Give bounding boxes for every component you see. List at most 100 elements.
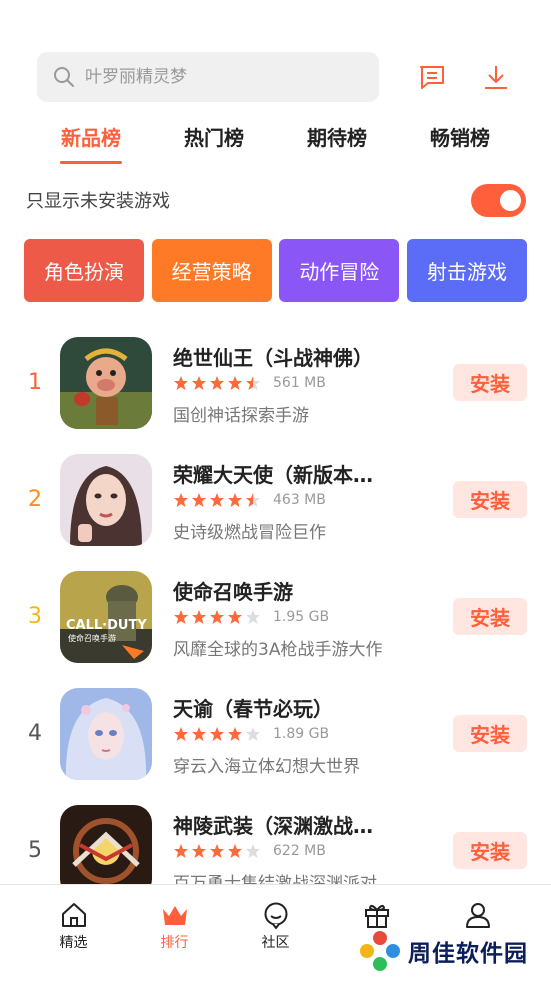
home-icon [61, 903, 86, 927]
rank-number: 1 [28, 370, 42, 395]
game-icon [60, 454, 152, 546]
install-button[interactable]: 安装 [453, 832, 527, 869]
star-icon [174, 844, 188, 858]
nav-item-community[interactable]: 社区 [225, 885, 326, 981]
game-name: 天谕（春节必玩） [173, 697, 333, 721]
list-item[interactable]: 1 绝世仙王（斗战神佛） 561 MB 国创神话探索手游 安装 [0, 330, 551, 430]
game3-art-title: CALL·DUTY [66, 618, 147, 633]
star-icon [210, 493, 224, 507]
game-list: 1 绝世仙王（斗战神佛） 561 MB 国创神话探索手游 安装 2 荣耀大天使（… [0, 330, 551, 886]
star-icon [174, 493, 188, 507]
game-description: 穿云入海立体幻想大世界 [173, 757, 360, 777]
nav-label: 精选 [59, 935, 88, 951]
game-icon: CALL·DUTY 使命召唤手游 [60, 571, 152, 663]
star-icon [246, 493, 260, 507]
star-icon [192, 727, 206, 741]
install-button[interactable]: 安装 [453, 364, 527, 401]
nav-item-ranking[interactable]: 排行 [124, 885, 225, 981]
message-icon[interactable] [418, 63, 446, 91]
tab-hot[interactable]: 热门榜 [153, 112, 275, 164]
star-icon [246, 610, 260, 624]
pinwheel-logo-icon [360, 931, 400, 971]
game-description: 风靡全球的3A枪战手游大作 [173, 640, 383, 660]
star-icon [174, 727, 188, 741]
ranking-tabs: 新品榜 热门榜 期待榜 畅销榜 [30, 112, 521, 164]
search-row [37, 52, 521, 102]
game-size: 561 MB [273, 375, 326, 391]
game-icon [60, 688, 152, 780]
game-name: 绝世仙王（斗战神佛） [173, 346, 373, 370]
rank-number: 3 [28, 604, 42, 629]
game-size: 1.95 GB [273, 609, 330, 625]
list-item[interactable]: 3 CALL·DUTY 使命召唤手游 使命召唤手游 1.95 GB 风靡全球的3… [0, 564, 551, 664]
install-button[interactable]: 安装 [453, 481, 527, 518]
search-input[interactable] [85, 67, 345, 87]
game-name: 荣耀大天使（新版本… [173, 463, 373, 487]
profile-icon [465, 903, 490, 928]
game-size: 622 MB [273, 843, 326, 859]
category-strategy-button[interactable]: 经营策略 [151, 239, 272, 302]
rating-stars: 1.89 GB [173, 726, 329, 742]
star-icon [228, 727, 242, 741]
tab-expected[interactable]: 期待榜 [276, 112, 398, 164]
toggle-knob [500, 189, 521, 211]
list-item[interactable]: 4 天谕（春节必玩） 1.89 GB 穿云入海立体幻想大世界 安装 [0, 681, 551, 781]
rating-stars: 463 MB [173, 492, 326, 508]
nav-label: 社区 [261, 935, 290, 951]
list-item[interactable]: 2 荣耀大天使（新版本… 463 MB 史诗级燃战冒险巨作 安装 [0, 447, 551, 547]
star-icon [174, 610, 188, 624]
category-action-button[interactable]: 动作冒险 [279, 239, 400, 302]
game-icon [60, 337, 152, 429]
search-box[interactable] [37, 52, 379, 102]
category-buttons: 角色扮演 经营策略 动作冒险 射击游戏 [24, 239, 527, 302]
star-icon [210, 727, 224, 741]
filter-row: 只显示未安装游戏 [26, 182, 526, 218]
tab-bestselling[interactable]: 畅销榜 [399, 112, 521, 164]
game3-art-subtitle: 使命召唤手游 [68, 633, 116, 643]
install-button[interactable]: 安装 [453, 598, 527, 635]
game-name: 使命召唤手游 [173, 580, 293, 604]
rating-stars: 561 MB [173, 375, 326, 391]
game-icon [60, 805, 152, 886]
install-button[interactable]: 安装 [453, 715, 527, 752]
filter-label: 只显示未安装游戏 [26, 191, 170, 212]
game-size: 463 MB [273, 492, 326, 508]
game-description: 史诗级燃战冒险巨作 [173, 523, 326, 543]
star-icon [192, 844, 206, 858]
star-icon [210, 844, 224, 858]
nav-label: 排行 [160, 935, 189, 951]
rank-number: 2 [28, 487, 42, 512]
category-rpg-button[interactable]: 角色扮演 [24, 239, 144, 302]
star-icon [246, 844, 260, 858]
search-icon [54, 67, 74, 87]
crown-icon [162, 906, 187, 925]
star-icon [210, 376, 224, 390]
star-icon [228, 376, 242, 390]
download-icon[interactable] [482, 63, 510, 91]
gift-icon [364, 904, 389, 928]
star-icon [228, 610, 242, 624]
game-size: 1.89 GB [273, 726, 330, 742]
star-icon [210, 610, 224, 624]
star-icon [192, 376, 206, 390]
category-shooter-button[interactable]: 射击游戏 [406, 239, 527, 302]
star-icon [174, 376, 188, 390]
uninstalled-only-toggle[interactable] [471, 183, 526, 217]
community-icon [264, 902, 287, 929]
watermark: 周佳软件园 [358, 929, 528, 973]
rating-stars: 1.95 GB [173, 609, 329, 625]
game-name: 神陵武装（深渊激战… [173, 814, 373, 838]
list-item[interactable]: 5 神陵武装（深渊激战… 622 MB 百万勇士集结激战深渊派对 安装 [0, 798, 551, 886]
nav-item-featured[interactable]: 精选 [23, 885, 124, 981]
star-icon [192, 610, 206, 624]
star-icon [192, 493, 206, 507]
star-icon [246, 376, 260, 390]
game-description: 国创神话探索手游 [173, 406, 309, 426]
watermark-text: 周佳软件园 [408, 941, 528, 967]
tab-new[interactable]: 新品榜 [30, 112, 152, 164]
rank-number: 4 [28, 721, 42, 746]
star-icon [228, 493, 242, 507]
rank-number: 5 [28, 838, 42, 863]
rating-stars: 622 MB [173, 843, 326, 859]
star-icon [246, 727, 260, 741]
